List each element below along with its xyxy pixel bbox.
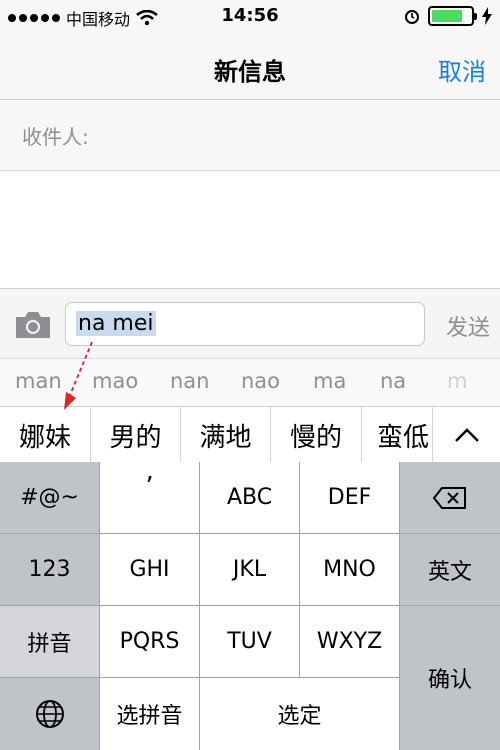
send-button[interactable]: 发送 [446, 310, 490, 342]
key-select[interactable]: 选定 [200, 678, 400, 750]
key-select-pinyin[interactable]: 选拼音 [100, 678, 200, 750]
pinyin-option[interactable]: m [447, 369, 467, 393]
input-text: na mei [76, 311, 156, 336]
candidate-word[interactable]: 男的 [91, 407, 181, 463]
charging-icon [482, 7, 492, 25]
key-mno[interactable]: MNO [300, 534, 400, 606]
key-tuv[interactable]: TUV [200, 606, 300, 678]
expand-candidates-button[interactable] [432, 407, 500, 463]
key-pinyin[interactable]: 拼音 [0, 606, 100, 678]
status-right [404, 6, 492, 26]
key-punctuation[interactable]: ’ [100, 462, 200, 534]
key-pqrs[interactable]: PQRS [100, 606, 200, 678]
pinyin-option[interactable]: nao [241, 369, 280, 393]
candidate-word[interactable]: 慢的 [271, 407, 362, 463]
battery-icon [428, 6, 477, 26]
pinyin-bar: man mao nan nao ma na m [0, 358, 500, 406]
candidate-word[interactable]: 满地 [181, 407, 271, 463]
recipient-field[interactable]: 收件人: [0, 101, 500, 171]
chevron-up-icon [454, 428, 479, 442]
pinyin-option[interactable]: nan [170, 369, 210, 393]
key-ghi[interactable]: GHI [100, 534, 200, 606]
candidate-bar: 娜妹 男的 满地 慢的 蛮低 [0, 406, 500, 463]
pinyin-option[interactable]: ma [313, 369, 346, 393]
message-area [0, 172, 500, 288]
key-symbols[interactable]: #@~ [0, 462, 100, 534]
key-numbers[interactable]: 123 [0, 534, 100, 606]
delete-icon [432, 486, 466, 509]
key-jkl[interactable]: JKL [200, 534, 300, 606]
keyboard: #@~ ’ ABC DEF 123 GHI JKL MNO 英文 拼音 PQRS… [0, 462, 500, 750]
pinyin-option[interactable]: man [15, 369, 62, 393]
compose-bar: na mei 发送 [0, 288, 500, 358]
recipient-label: 收件人: [22, 125, 89, 149]
key-def[interactable]: DEF [300, 462, 400, 534]
alarm-icon [405, 10, 419, 24]
key-wxyz[interactable]: WXYZ [300, 606, 400, 678]
navigation-bar: 新信息 取消 [0, 32, 500, 100]
key-confirm[interactable]: 确认 [400, 606, 500, 750]
globe-button[interactable] [0, 678, 100, 750]
pinyin-option[interactable]: na [380, 369, 406, 393]
candidate-word[interactable]: 蛮低 [362, 407, 432, 463]
key-english[interactable]: 英文 [400, 534, 500, 606]
camera-icon[interactable] [14, 311, 52, 339]
candidate-word[interactable]: 娜妹 [0, 407, 91, 463]
key-abc[interactable]: ABC [200, 462, 300, 534]
cancel-button[interactable]: 取消 [438, 52, 486, 87]
globe-icon [35, 700, 64, 728]
delete-button[interactable] [400, 462, 500, 534]
pinyin-option[interactable]: mao [92, 369, 138, 393]
page-title: 新信息 [214, 58, 286, 86]
status-bar: 中国移动 14:56 [0, 0, 500, 32]
message-input[interactable]: na mei [65, 302, 425, 346]
